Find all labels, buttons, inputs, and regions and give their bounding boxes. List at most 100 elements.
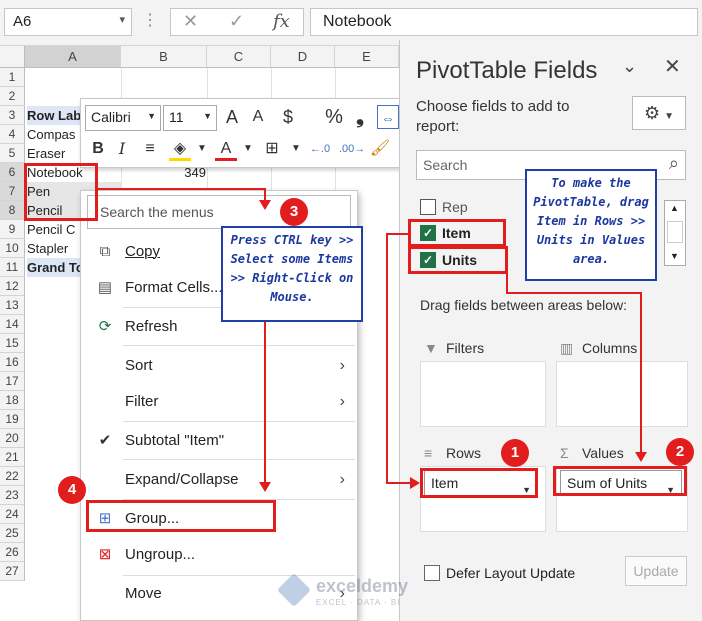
row-header[interactable]: 22 xyxy=(0,467,25,486)
row-header[interactable]: 20 xyxy=(0,429,25,448)
row-header[interactable]: 8 xyxy=(0,201,25,220)
name-box[interactable]: A6 ▾ xyxy=(4,8,132,36)
align-icon[interactable]: ≡ xyxy=(139,137,161,161)
row-header[interactable]: 16 xyxy=(0,353,25,372)
connector-line xyxy=(98,188,266,190)
row-header[interactable]: 15 xyxy=(0,334,25,353)
columns-icon: ▥ xyxy=(560,340,574,356)
field-rep[interactable]: Rep xyxy=(418,196,468,218)
arrow-down-icon xyxy=(259,200,271,210)
row-header[interactable]: 11 xyxy=(0,258,25,277)
row-header[interactable]: 1 xyxy=(0,68,25,87)
menu-item-ungroup[interactable]: ⊠ Ungroup... xyxy=(81,538,357,572)
row-header[interactable]: 24 xyxy=(0,505,25,524)
enter-icon[interactable]: ✓ xyxy=(229,11,244,32)
defer-layout-update[interactable]: Defer Layout Update xyxy=(422,563,575,583)
exceldemy-logo-icon xyxy=(277,573,311,607)
gear-button[interactable]: ⚙ ▼ xyxy=(632,96,686,130)
comma-style-icon[interactable]: ❟ xyxy=(349,105,371,129)
row-header[interactable]: 27 xyxy=(0,562,25,581)
name-box-value: A6 xyxy=(13,13,32,30)
rows-area-header: ≡ Rows xyxy=(422,442,481,464)
menu-item-label: Expand/Collapse xyxy=(125,471,239,488)
step-badge-3: 3 xyxy=(280,198,308,226)
menu-search-input[interactable]: Search the menus xyxy=(87,195,351,229)
row-header[interactable]: 5 xyxy=(0,144,25,163)
select-all-corner[interactable] xyxy=(0,46,25,68)
chevron-down-icon[interactable]: ▼ xyxy=(285,137,307,161)
decrease-decimal-icon[interactable]: .00→ xyxy=(339,137,365,161)
chevron-down-icon[interactable]: ▾ xyxy=(119,13,125,26)
update-button[interactable]: Update xyxy=(625,556,687,586)
more-icon[interactable]: ⋮ xyxy=(140,10,160,34)
menu-separator xyxy=(123,459,355,460)
column-header-b[interactable]: B xyxy=(121,46,207,68)
row-header[interactable]: 7 xyxy=(0,182,25,201)
columns-drop-zone[interactable] xyxy=(556,361,688,427)
column-header-d[interactable]: D xyxy=(271,46,335,68)
row-header[interactable]: 21 xyxy=(0,448,25,467)
font-color-icon[interactable]: A xyxy=(215,137,237,161)
column-header-a[interactable]: A xyxy=(25,46,121,68)
watermark-logo: exceldemy EXCEL · DATA · BI xyxy=(277,573,442,614)
menu-item-subtotal[interactable]: ✔ Subtotal "Item" xyxy=(81,424,357,458)
defer-label: Defer Layout Update xyxy=(446,565,576,581)
bold-icon[interactable]: B xyxy=(87,137,109,161)
row-header[interactable]: 3 xyxy=(0,106,25,125)
font-size-select[interactable]: 11 ▼ xyxy=(163,105,217,131)
column-header-e[interactable]: E xyxy=(335,46,399,68)
menu-item-label: Refresh xyxy=(125,318,178,335)
increase-decimal-icon[interactable]: ←.0 xyxy=(309,137,331,161)
filters-drop-zone[interactable] xyxy=(420,361,546,427)
checkbox[interactable] xyxy=(420,199,436,215)
chevron-down-icon[interactable]: ▼ xyxy=(191,137,213,161)
scroll-down-icon[interactable]: ▼ xyxy=(670,251,679,261)
grow-font-icon[interactable]: A xyxy=(221,105,243,129)
row-header[interactable]: 14 xyxy=(0,315,25,334)
fill-color-icon[interactable]: ◈ xyxy=(169,137,191,161)
chevron-right-icon: › xyxy=(339,357,345,374)
menu-item-sort[interactable]: Sort › xyxy=(81,349,357,383)
menu-item-label: Move xyxy=(125,585,162,602)
chevron-down-icon[interactable]: ▼ xyxy=(237,137,259,161)
format-painter-icon[interactable]: 🖌 xyxy=(369,137,391,161)
field-search-placeholder: Search xyxy=(423,157,468,173)
row-header[interactable]: 17 xyxy=(0,372,25,391)
row-header[interactable]: 26 xyxy=(0,543,25,562)
borders-icon[interactable]: ⊞ xyxy=(261,137,283,161)
menu-item-expand-collapse[interactable]: Expand/Collapse › xyxy=(81,463,357,497)
row-header[interactable]: 9 xyxy=(0,220,25,239)
font-name-select[interactable]: Calibri ▼ xyxy=(85,105,161,131)
cancel-icon[interactable]: ✕ xyxy=(183,11,198,32)
scroll-up-icon[interactable]: ▲ xyxy=(670,203,679,213)
formula-buttons: ✕ ✓ fx xyxy=(170,8,304,36)
shrink-font-icon[interactable]: A xyxy=(247,105,269,129)
close-icon[interactable]: ✕ xyxy=(664,54,681,79)
row-header[interactable]: 23 xyxy=(0,486,25,505)
chevron-down-icon[interactable]: ⌄ xyxy=(622,56,637,77)
percent-icon[interactable]: % xyxy=(323,105,345,129)
wrap-text-icon[interactable]: ⇔ xyxy=(377,105,399,129)
row-header[interactable]: 13 xyxy=(0,296,25,315)
row-header[interactable]: 2 xyxy=(0,87,25,106)
instruction-note-left: Press CTRL key >> Select some Items >> R… xyxy=(221,226,363,322)
italic-icon[interactable]: I xyxy=(111,137,133,161)
formula-input[interactable]: Notebook xyxy=(310,8,698,36)
row-header[interactable]: 10 xyxy=(0,239,25,258)
ungroup-icon: ⊠ xyxy=(98,546,112,563)
insert-function-icon[interactable]: fx xyxy=(273,11,290,32)
scroll-thumb[interactable] xyxy=(667,221,683,243)
column-header-c[interactable]: C xyxy=(207,46,271,68)
currency-icon[interactable]: $ xyxy=(277,105,299,129)
row-header[interactable]: 6 xyxy=(0,163,25,182)
instruction-note-right: To make the PivotTable, drag Item in Row… xyxy=(525,169,657,281)
area-label: Columns xyxy=(582,340,638,356)
row-header[interactable]: 12 xyxy=(0,277,25,296)
row-header[interactable]: 19 xyxy=(0,410,25,429)
row-header[interactable]: 18 xyxy=(0,391,25,410)
row-header[interactable]: 25 xyxy=(0,524,25,543)
connector-line xyxy=(506,259,508,293)
menu-item-filter[interactable]: Filter › xyxy=(81,385,357,419)
field-list-scrollbar[interactable]: ▲ ▼ xyxy=(664,200,686,266)
row-header[interactable]: 4 xyxy=(0,125,25,144)
